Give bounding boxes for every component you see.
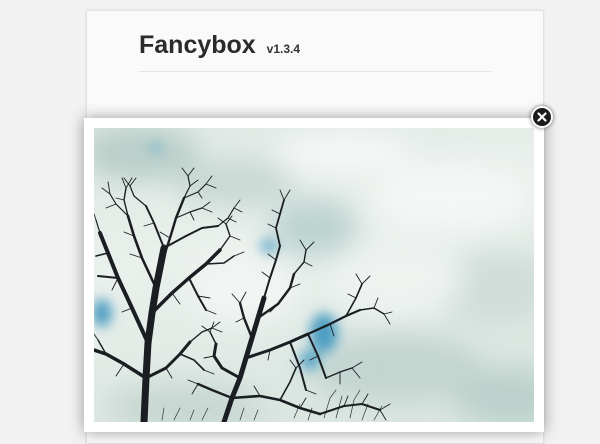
lightbox-frame bbox=[84, 118, 544, 432]
tree-photo bbox=[94, 128, 534, 422]
lightbox-image[interactable] bbox=[94, 128, 534, 422]
title-divider bbox=[139, 71, 491, 72]
close-button[interactable] bbox=[531, 106, 553, 128]
page-title: Fancybox v1.3.4 bbox=[139, 31, 300, 60]
version-label: v1.3.4 bbox=[266, 42, 301, 56]
close-icon bbox=[537, 112, 547, 122]
page-title-text: Fancybox bbox=[139, 31, 256, 59]
